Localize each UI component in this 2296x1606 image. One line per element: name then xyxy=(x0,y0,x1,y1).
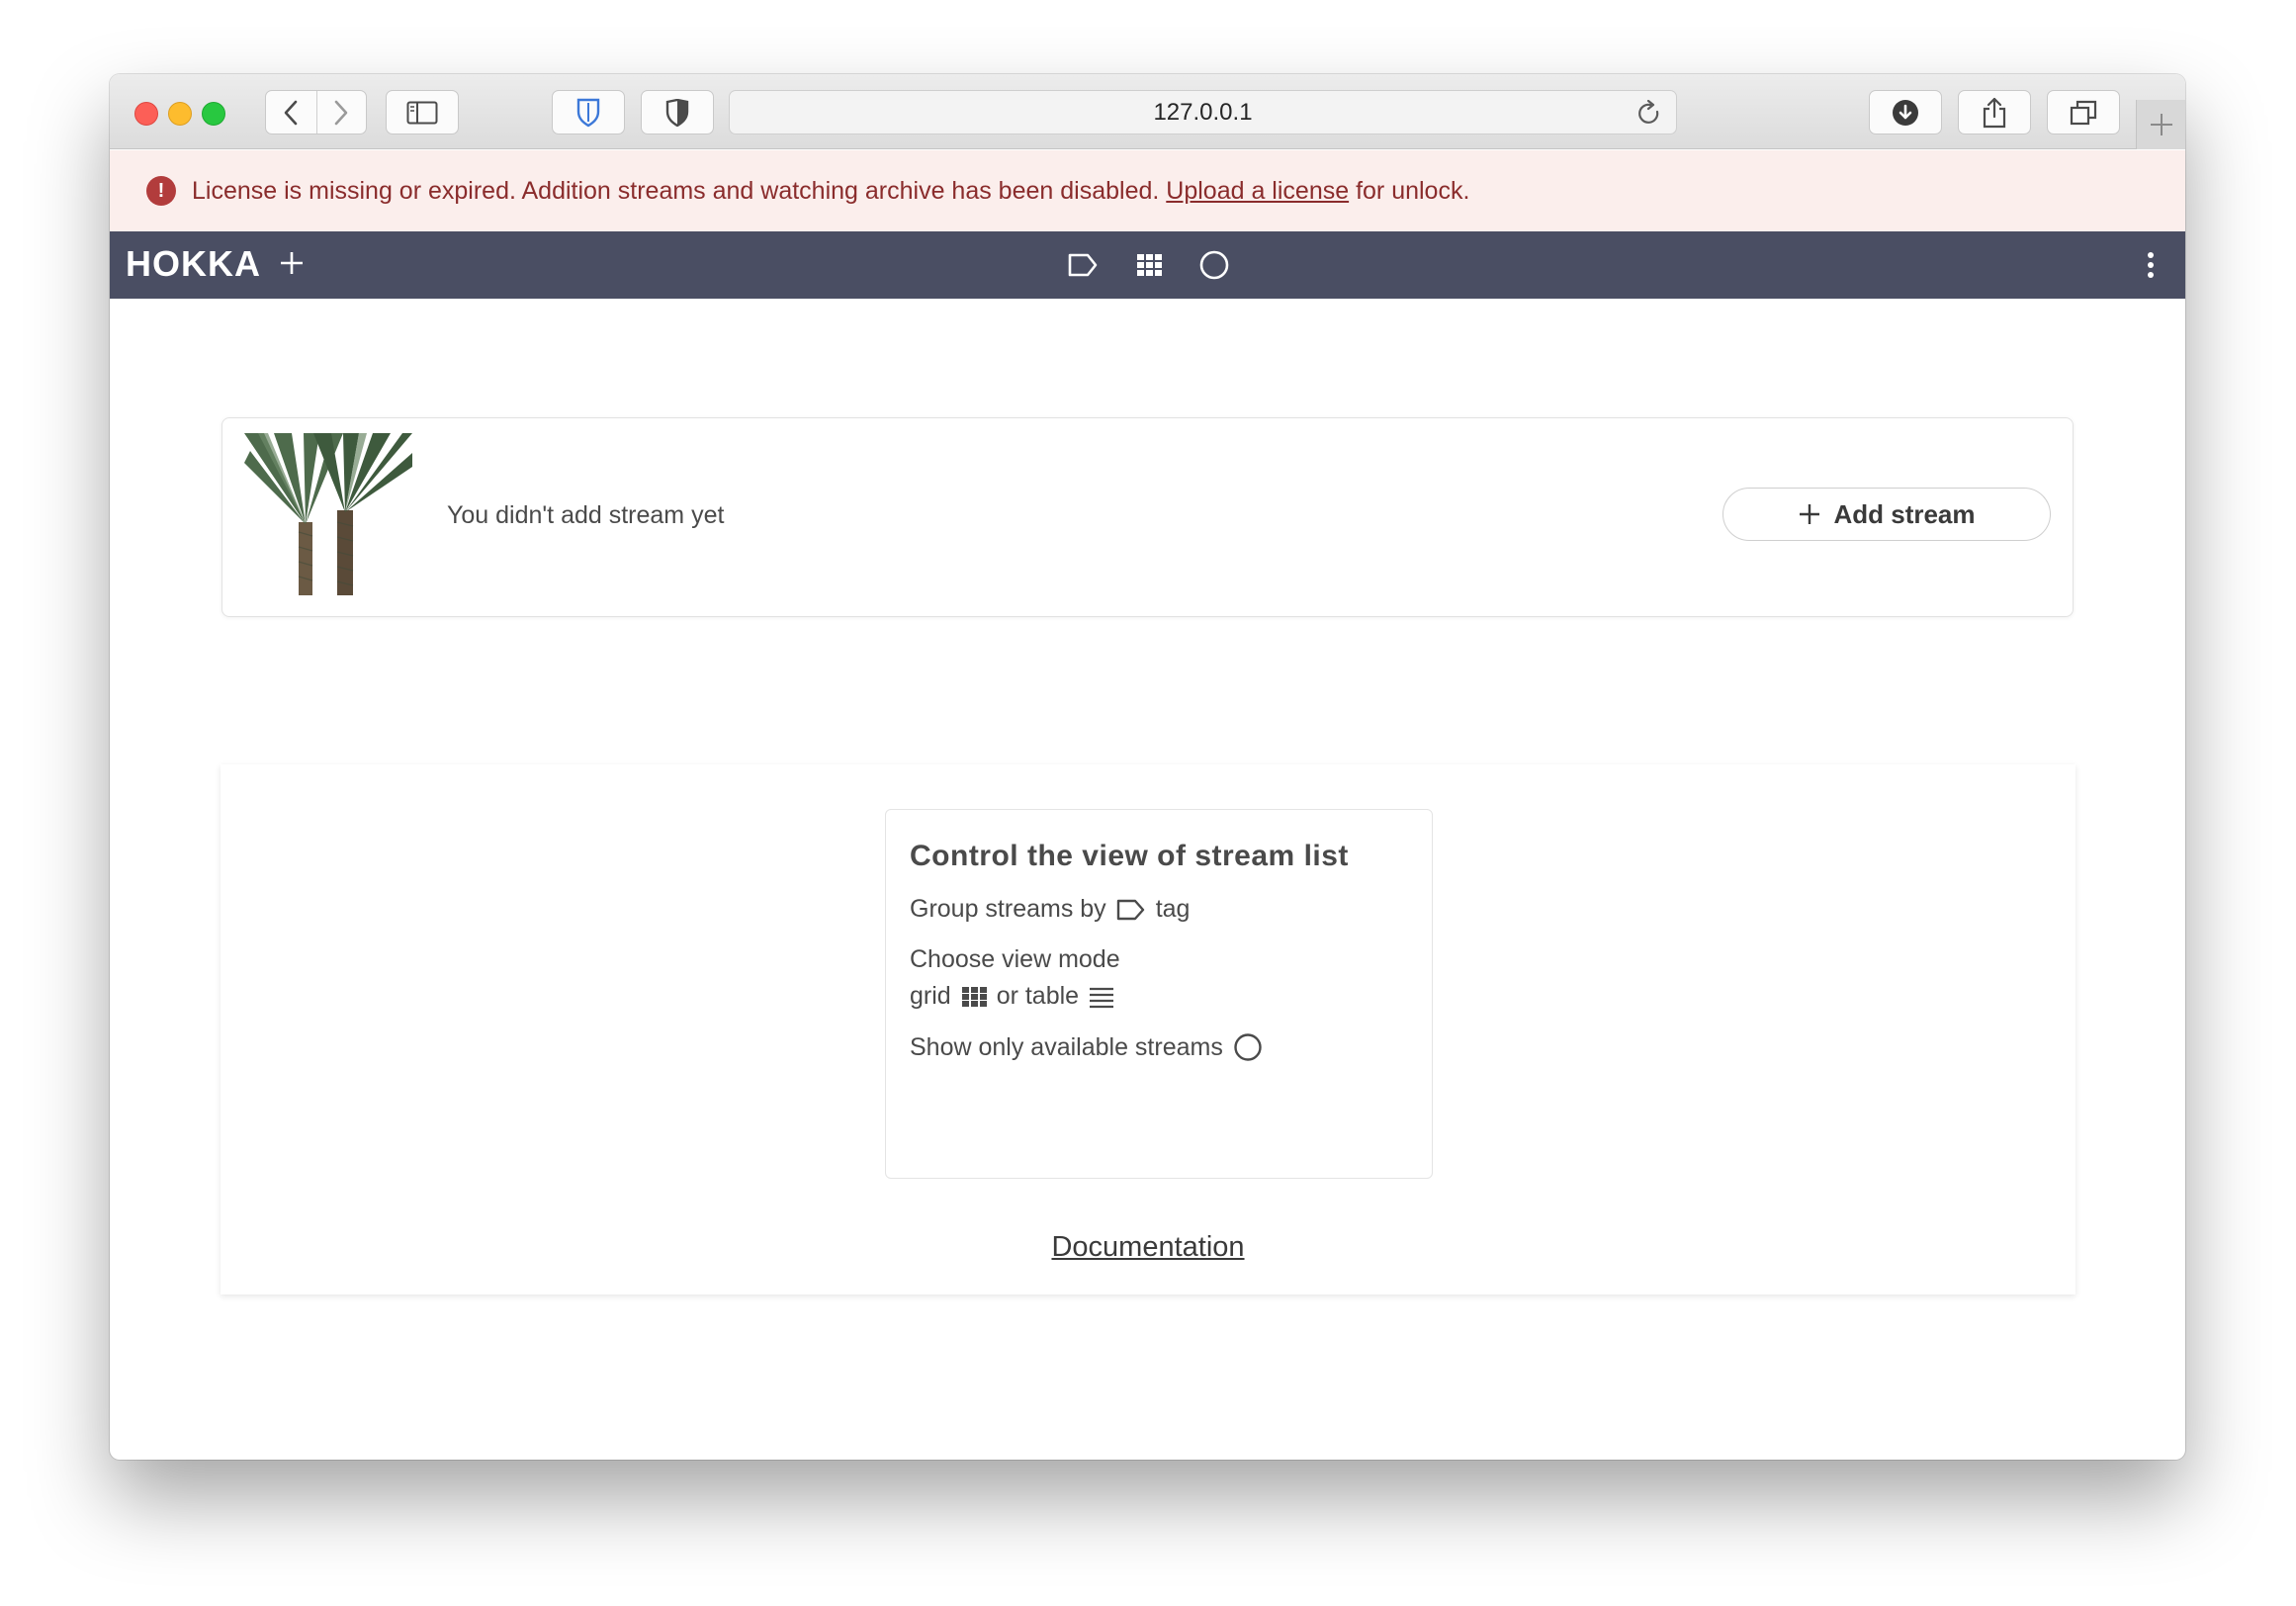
license-message: License is missing or expired. Addition … xyxy=(192,176,1160,205)
share-icon xyxy=(1983,97,2006,128)
help-panel: Control the view of stream list Group st… xyxy=(221,764,2075,1294)
group-prefix: Group streams by xyxy=(910,895,1106,923)
upload-license-link[interactable]: Upload a license xyxy=(1166,177,1349,206)
documentation-link[interactable]: Documentation xyxy=(221,1231,2075,1264)
bitwarden-extension-button[interactable] xyxy=(552,90,625,134)
app-navbar: HOKKA xyxy=(110,231,2185,299)
grid-table-line: grid or table xyxy=(910,982,1408,1011)
empty-streams-message: You didn't add stream yet xyxy=(447,501,725,529)
browser-window: 127.0.0.1 ! License is missing or expire… xyxy=(110,74,2185,1460)
half-shield-icon xyxy=(665,98,689,127)
tabs-icon xyxy=(2070,100,2097,125)
license-suffix: for unlock. xyxy=(1356,176,1470,205)
add-stream-button[interactable]: Add stream xyxy=(1722,488,2051,541)
available-streams-line: Show only available streams xyxy=(910,1032,1408,1062)
grid-label: grid xyxy=(910,982,951,1010)
circle-icon xyxy=(1234,1033,1262,1061)
palm-tree-illustration xyxy=(244,433,412,595)
plus-icon xyxy=(1800,504,1820,524)
sidebar-toggle-button[interactable] xyxy=(386,90,459,134)
plus-icon xyxy=(2150,114,2172,135)
new-tab-button[interactable] xyxy=(2136,100,2185,149)
url-text: 127.0.0.1 xyxy=(1153,98,1253,126)
add-stream-label: Add stream xyxy=(1833,498,1976,529)
tag-icon[interactable] xyxy=(1067,250,1099,280)
group-suffix: tag xyxy=(1155,895,1191,923)
or-table-label: or table xyxy=(996,982,1080,1010)
tab-overview-button[interactable] xyxy=(2047,90,2120,134)
app-logo[interactable]: HOKKA xyxy=(126,243,261,285)
help-title: Control the view of stream list xyxy=(910,840,1349,872)
zoom-window-button[interactable] xyxy=(202,102,225,126)
view-mode-label: Choose view mode xyxy=(910,945,1120,973)
view-help-box: Control the view of stream list Group st… xyxy=(885,809,1433,1179)
minimize-window-button[interactable] xyxy=(168,102,192,126)
add-stream-plus-icon[interactable] xyxy=(276,247,308,279)
chevron-right-icon xyxy=(334,100,348,125)
grid-icon[interactable] xyxy=(1134,250,1164,280)
download-icon xyxy=(1893,99,1918,126)
circle-icon[interactable] xyxy=(1198,250,1230,282)
view-mode-line: Choose view mode xyxy=(910,945,1408,974)
tag-icon xyxy=(1116,899,1144,920)
more-menu-icon[interactable] xyxy=(2146,249,2156,281)
history-nav xyxy=(265,90,367,134)
close-window-button[interactable] xyxy=(134,102,158,126)
grid-icon xyxy=(961,986,987,1007)
license-banner: ! License is missing or expired. Additio… xyxy=(110,150,2185,231)
empty-streams-card: You didn't add stream yet Add stream xyxy=(221,417,2074,617)
chevron-left-icon xyxy=(284,100,298,125)
table-icon xyxy=(1090,987,1114,1008)
shield-icon xyxy=(576,98,600,127)
browser-toolbar: 127.0.0.1 xyxy=(110,74,2185,149)
share-button[interactable] xyxy=(1958,90,2031,134)
privacy-extension-button[interactable] xyxy=(641,90,714,134)
group-streams-line: Group streams by tag xyxy=(910,895,1408,924)
sidebar-icon xyxy=(406,101,438,124)
alert-icon: ! xyxy=(146,176,176,206)
available-label: Show only available streams xyxy=(910,1032,1223,1061)
reload-icon[interactable] xyxy=(1636,100,1662,128)
back-button[interactable] xyxy=(266,91,316,134)
downloads-button[interactable] xyxy=(1869,90,1942,134)
forward-button[interactable] xyxy=(315,91,367,134)
address-bar[interactable]: 127.0.0.1 xyxy=(729,90,1677,134)
